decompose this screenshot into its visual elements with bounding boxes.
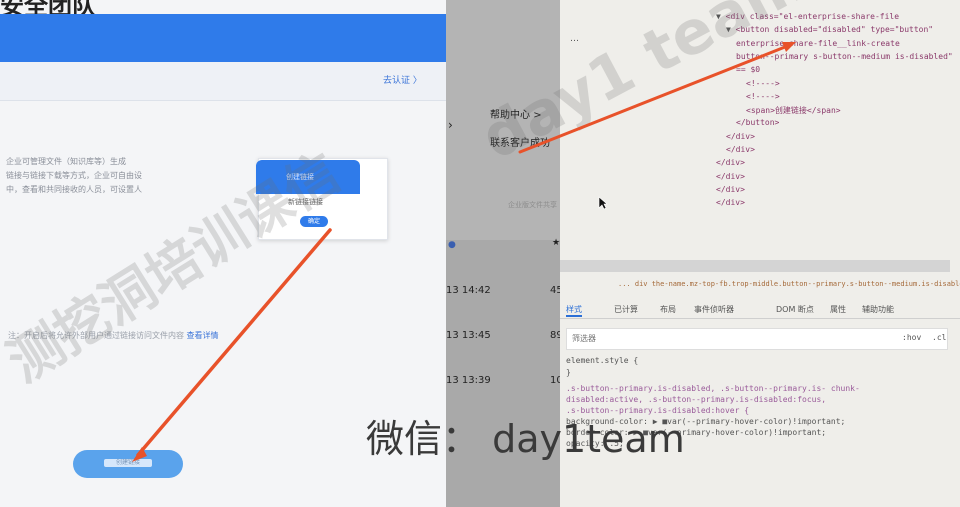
annotation-arrow xyxy=(136,228,332,457)
arrow-head xyxy=(782,42,796,52)
wechat-caption: 微信： day1team xyxy=(366,417,685,461)
annotation-arrow xyxy=(518,43,792,154)
